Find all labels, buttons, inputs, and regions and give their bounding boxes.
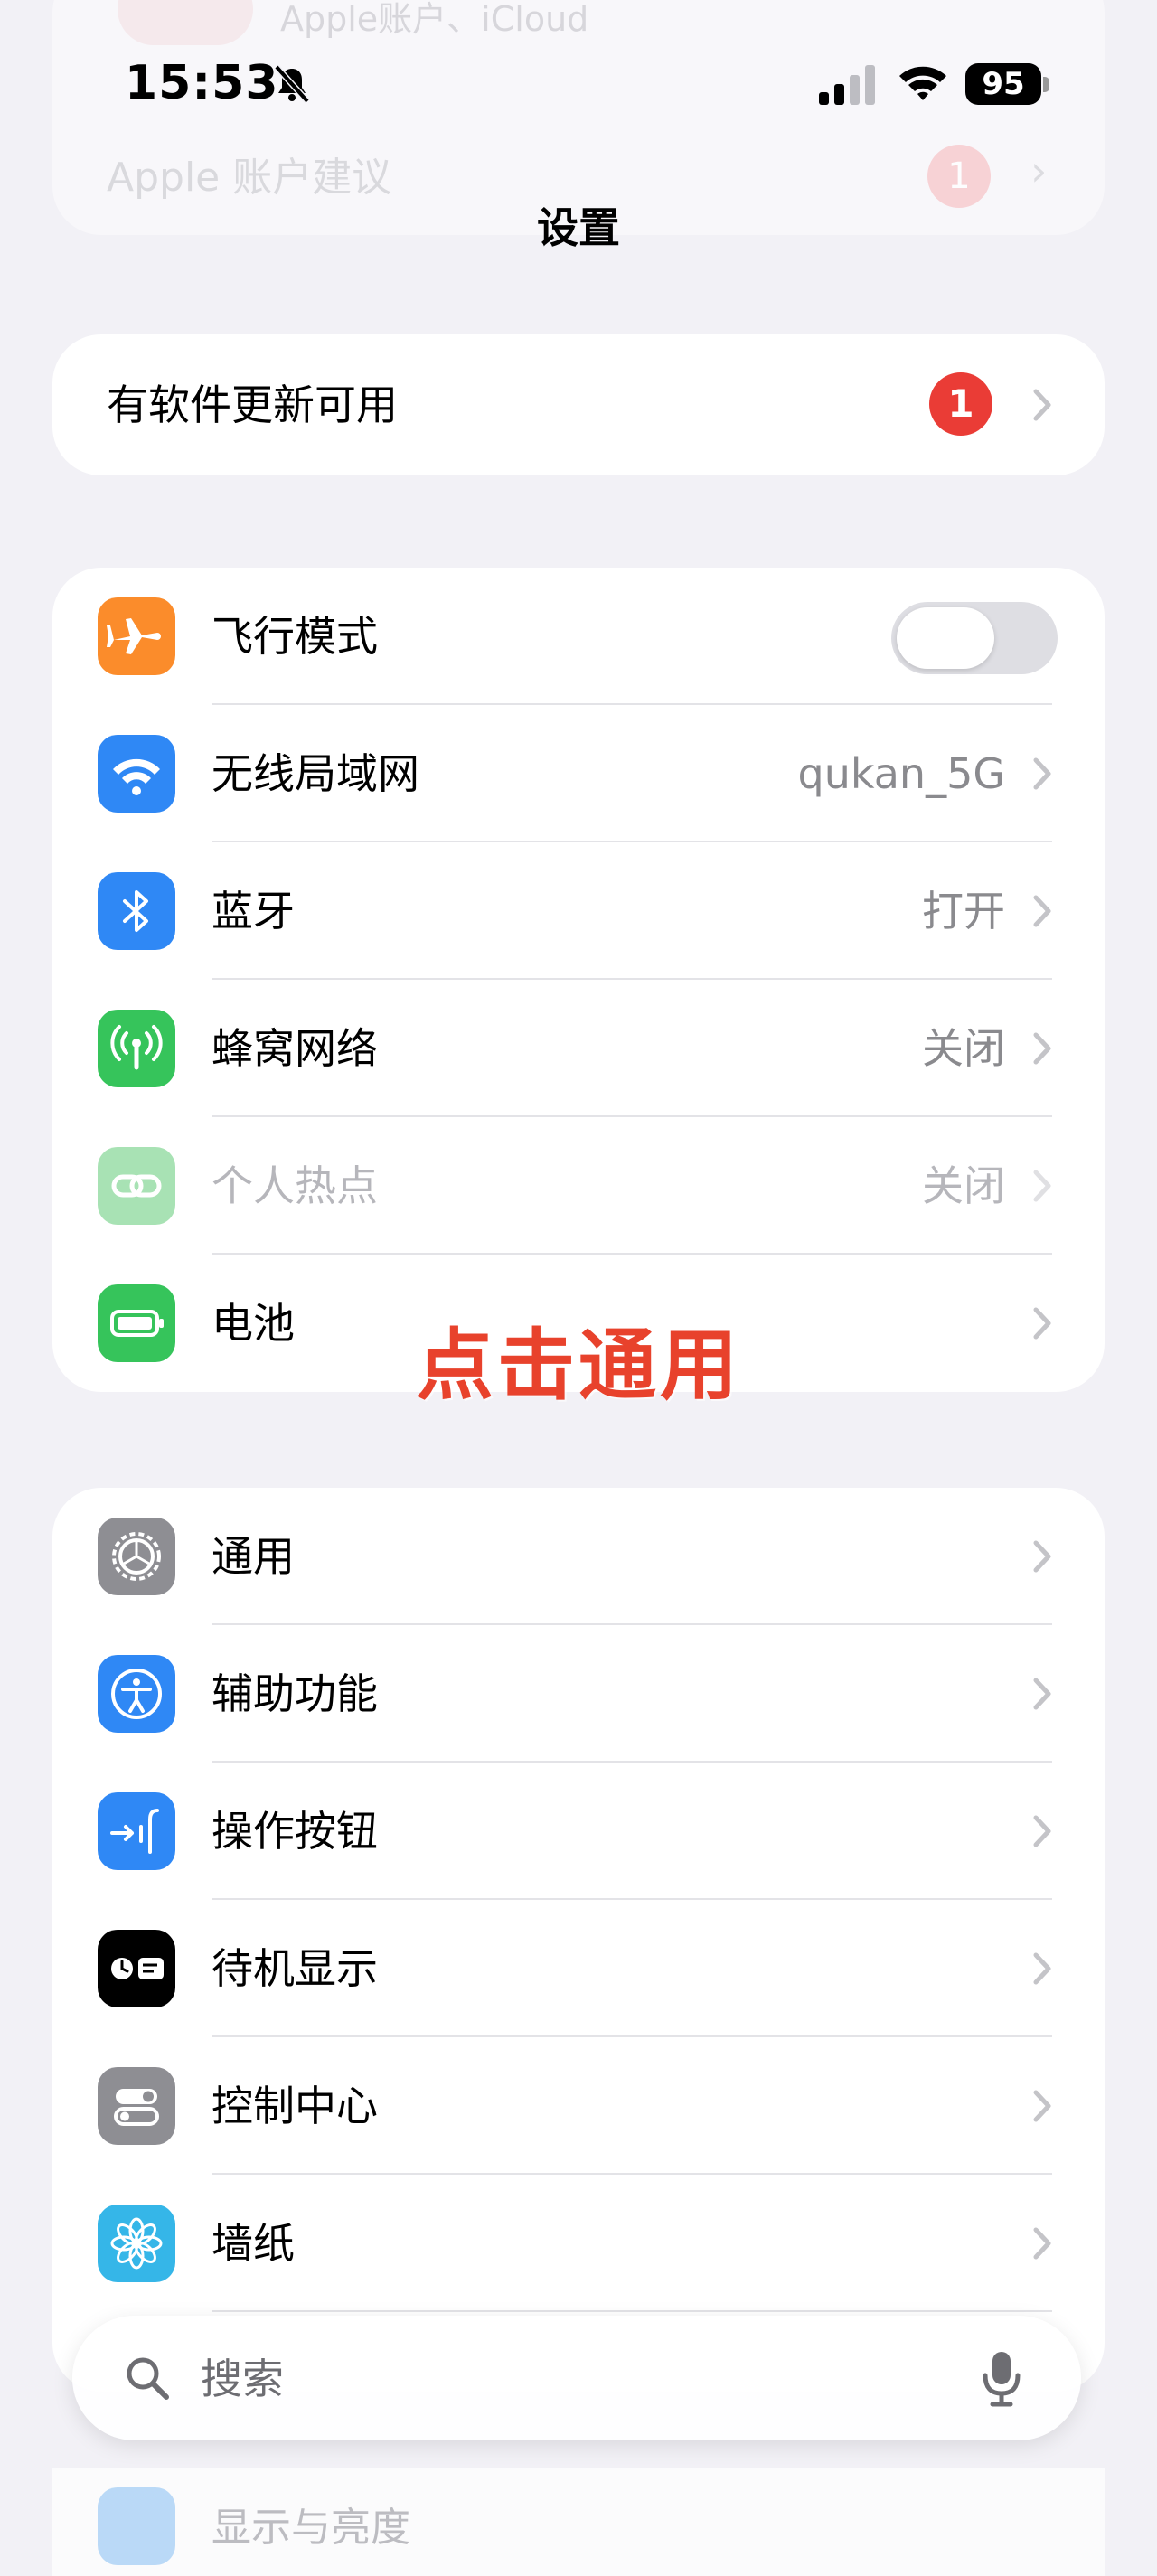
airplane-mode-label: 飞行模式 — [212, 612, 378, 661]
display-brightness-label: 显示与亮度 — [212, 2505, 410, 2551]
chevron-right-icon — [1033, 1952, 1051, 1985]
wifi-status-icon — [897, 61, 949, 105]
personal-hotspot-row: 个人热点 关闭 — [52, 1117, 1105, 1255]
chevron-right-icon — [1033, 2227, 1051, 2260]
wallpaper-row[interactable]: 墙纸 — [52, 2175, 1105, 2312]
wifi-row[interactable]: 无线局域网 qukan_5G — [52, 705, 1105, 842]
account-suggestion-ghost: Apple 账户建议 — [107, 155, 392, 201]
row-divider — [212, 2310, 1052, 2312]
airplane-icon — [98, 597, 175, 675]
wallpaper-label: 墙纸 — [212, 2219, 295, 2268]
chevron-right-icon — [1033, 1815, 1051, 1847]
bluetooth-label: 蓝牙 — [212, 887, 295, 935]
chevron-right-icon — [1033, 1170, 1051, 1202]
software-update-row[interactable]: 有软件更新可用 1 — [52, 334, 1105, 475]
microphone-icon[interactable] — [980, 2350, 1023, 2408]
chevron-right-icon — [1033, 895, 1051, 927]
update-count-badge: 1 — [929, 372, 992, 436]
cellular-signal-icon — [819, 65, 879, 105]
airplane-mode-toggle[interactable] — [891, 602, 1058, 674]
general-label: 通用 — [212, 1532, 295, 1581]
search-bar[interactable] — [72, 2316, 1081, 2440]
chevron-right-icon — [1033, 757, 1051, 790]
standby-icon — [98, 1930, 175, 2007]
general-row[interactable]: 通用 — [52, 1488, 1105, 1625]
accessibility-icon — [98, 1655, 175, 1733]
status-time: 15:53 — [125, 56, 279, 110]
chevron-right-icon — [1033, 1540, 1051, 1573]
tutorial-caption: 点击通用 — [416, 1321, 741, 1411]
battery-icon — [98, 1284, 175, 1362]
general-section: 通用 辅助功能 操作按钮 待机显示 控制中心 墙纸 — [52, 1488, 1105, 2392]
account-avatar-ghost — [118, 0, 253, 45]
cellular-row[interactable]: 蜂窝网络 关闭 — [52, 980, 1105, 1117]
airplane-mode-row: 飞行模式 — [52, 568, 1105, 705]
wifi-icon — [98, 735, 175, 813]
control-center-icon — [98, 2067, 175, 2145]
cellular-antenna-icon — [98, 1010, 175, 1087]
chevron-right-icon — [1033, 1678, 1051, 1710]
bluetooth-row[interactable]: 蓝牙 打开 — [52, 842, 1105, 980]
action-button-icon — [98, 1792, 175, 1870]
brightness-icon — [98, 2487, 175, 2565]
accessibility-row[interactable]: 辅助功能 — [52, 1625, 1105, 1763]
personal-hotspot-label: 个人热点 — [212, 1161, 378, 1210]
cellular-status: 关闭 — [922, 1024, 1005, 1073]
personal-hotspot-status: 关闭 — [922, 1161, 1005, 1210]
control-center-label: 控制中心 — [212, 2082, 378, 2130]
wifi-network-name: qukan_5G — [797, 749, 1005, 798]
chevron-right-icon: › — [1030, 146, 1048, 195]
software-update-label: 有软件更新可用 — [107, 381, 398, 429]
action-button-label: 操作按钮 — [212, 1807, 378, 1856]
chevron-right-icon — [1033, 2090, 1051, 2122]
account-label-ghost: Apple账户、iCloud — [280, 0, 589, 39]
bluetooth-icon — [98, 872, 175, 950]
chevron-right-icon — [1033, 1307, 1051, 1340]
page-title: 设置 — [537, 203, 620, 252]
hotspot-link-icon — [98, 1147, 175, 1225]
action-button-row[interactable]: 操作按钮 — [52, 1763, 1105, 1900]
battery-status-icon: 95 — [965, 63, 1052, 107]
gear-icon — [98, 1518, 175, 1595]
chevron-right-icon — [1033, 389, 1051, 421]
wifi-label: 无线局域网 — [212, 749, 419, 798]
chevron-right-icon — [1033, 1032, 1051, 1065]
display-brightness-row-peek: 显示与亮度 — [52, 2468, 1105, 2576]
standby-label: 待机显示 — [212, 1944, 378, 1993]
standby-row[interactable]: 待机显示 — [52, 1900, 1105, 2037]
wallpaper-flower-icon — [98, 2205, 175, 2282]
control-center-row[interactable]: 控制中心 — [52, 2037, 1105, 2175]
bluetooth-status: 打开 — [922, 887, 1005, 935]
bell-muted-icon — [271, 63, 313, 105]
search-icon — [127, 2357, 169, 2400]
battery-label: 电池 — [212, 1299, 295, 1348]
cellular-label: 蜂窝网络 — [212, 1024, 378, 1073]
battery-level: 95 — [982, 66, 1025, 102]
toggle-knob — [897, 607, 994, 669]
search-input[interactable] — [199, 2346, 926, 2411]
connectivity-section: 飞行模式 无线局域网 qukan_5G 蓝牙 打开 蜂窝网络 关闭 个人热点 关… — [52, 568, 1105, 1392]
accessibility-label: 辅助功能 — [212, 1669, 378, 1718]
